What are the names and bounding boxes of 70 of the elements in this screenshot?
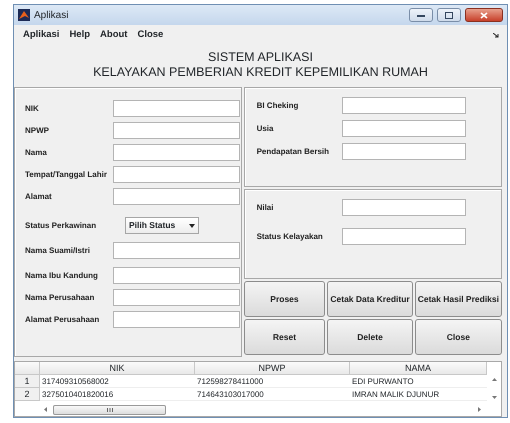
window-title: Aplikasi — [34, 8, 68, 22]
table-cell: 317409310568002 — [40, 375, 195, 388]
menu-item[interactable]: Help — [64, 28, 96, 42]
app-button[interactable]: Reset — [244, 319, 326, 355]
row-number: 1 — [15, 375, 40, 388]
caret-icon — [189, 224, 195, 228]
table-cell: EDI PURWANTO — [350, 375, 487, 388]
input-field[interactable] — [113, 289, 240, 306]
table-cell: 712598278411000 — [195, 375, 350, 388]
column-header: NPWP — [195, 362, 350, 375]
field-label: Tempat/Tanggal Lahir — [24, 168, 108, 180]
scroll-right-icon[interactable] — [478, 407, 481, 412]
column-header: NAMA — [350, 362, 487, 375]
row-number: 2 — [15, 388, 40, 401]
input-field[interactable] — [342, 120, 466, 137]
maximize-icon — [445, 12, 453, 18]
input-field[interactable] — [113, 242, 240, 259]
input-field[interactable] — [113, 100, 240, 117]
input-field[interactable] — [342, 199, 466, 216]
close-icon — [480, 12, 488, 18]
heading-text: SISTEM APLIKASI — [208, 50, 313, 64]
minimize-icon — [417, 14, 425, 16]
input-field[interactable] — [113, 188, 240, 205]
scroll-down-icon[interactable] — [492, 396, 496, 399]
minimize-button[interactable] — [409, 8, 433, 22]
scroll-up-icon[interactable] — [492, 378, 496, 381]
scroll-thumb[interactable] — [53, 404, 166, 414]
table-cell: 3275010401820016 — [40, 388, 195, 401]
field-label: Nama Suami/Istri — [24, 244, 91, 256]
field-label: BI Cheking — [256, 100, 300, 112]
field-label: Nilai — [256, 202, 274, 214]
input-field[interactable] — [113, 267, 240, 284]
input-field[interactable] — [113, 122, 240, 139]
field-label: NIK — [24, 102, 40, 114]
menu-item[interactable]: Aplikasi — [18, 28, 64, 42]
status-dropdown[interactable]: Pilih Status — [125, 217, 199, 234]
menu-item[interactable]: About — [95, 28, 132, 42]
scroll-left-icon[interactable] — [44, 407, 47, 412]
field-label: Alamat — [24, 190, 53, 202]
field-label: Nama Perusahaan — [24, 292, 96, 304]
table-cell: 714643103017000 — [195, 388, 350, 401]
app-button[interactable]: Cetak Data Kreditur — [327, 281, 413, 317]
input-field[interactable] — [342, 143, 466, 160]
table-cell: IMRAN MALIK DJUNUR — [350, 388, 487, 401]
close-button[interactable] — [465, 8, 503, 22]
field-label: Alamat Perusahaan — [24, 314, 100, 326]
app-button[interactable]: Cetak Hasil Prediksi — [414, 281, 502, 317]
app-button[interactable]: Delete — [327, 319, 413, 355]
menu-item[interactable]: Close — [132, 28, 168, 42]
app-button[interactable]: Close — [414, 319, 502, 355]
field-label: Status Perkawinan — [24, 220, 98, 232]
input-field[interactable] — [342, 97, 466, 114]
header-corner — [15, 362, 40, 375]
column-header: NIK — [40, 362, 195, 375]
field-label: Pendapatan Bersih — [256, 146, 330, 158]
app-icon — [18, 9, 30, 21]
field-label: NPWP — [24, 124, 50, 136]
heading-text: KELAYAKAN PEMBERIAN KREDIT KEPEMILIKAN RUMAH — [93, 65, 428, 79]
field-label: Status Kelayakan — [256, 230, 324, 242]
app-button[interactable]: Proses — [244, 281, 326, 317]
input-field[interactable] — [113, 144, 240, 161]
input-field[interactable] — [113, 166, 240, 183]
field-label: Nama Ibu Kandung — [24, 270, 99, 282]
field-label: Usia — [256, 122, 274, 134]
grip-icon — [106, 408, 112, 412]
field-label: Nama — [24, 146, 48, 158]
maximize-button[interactable] — [437, 8, 461, 22]
input-field[interactable] — [342, 228, 466, 245]
input-field[interactable] — [113, 311, 240, 328]
expand-icon[interactable] — [493, 32, 499, 38]
